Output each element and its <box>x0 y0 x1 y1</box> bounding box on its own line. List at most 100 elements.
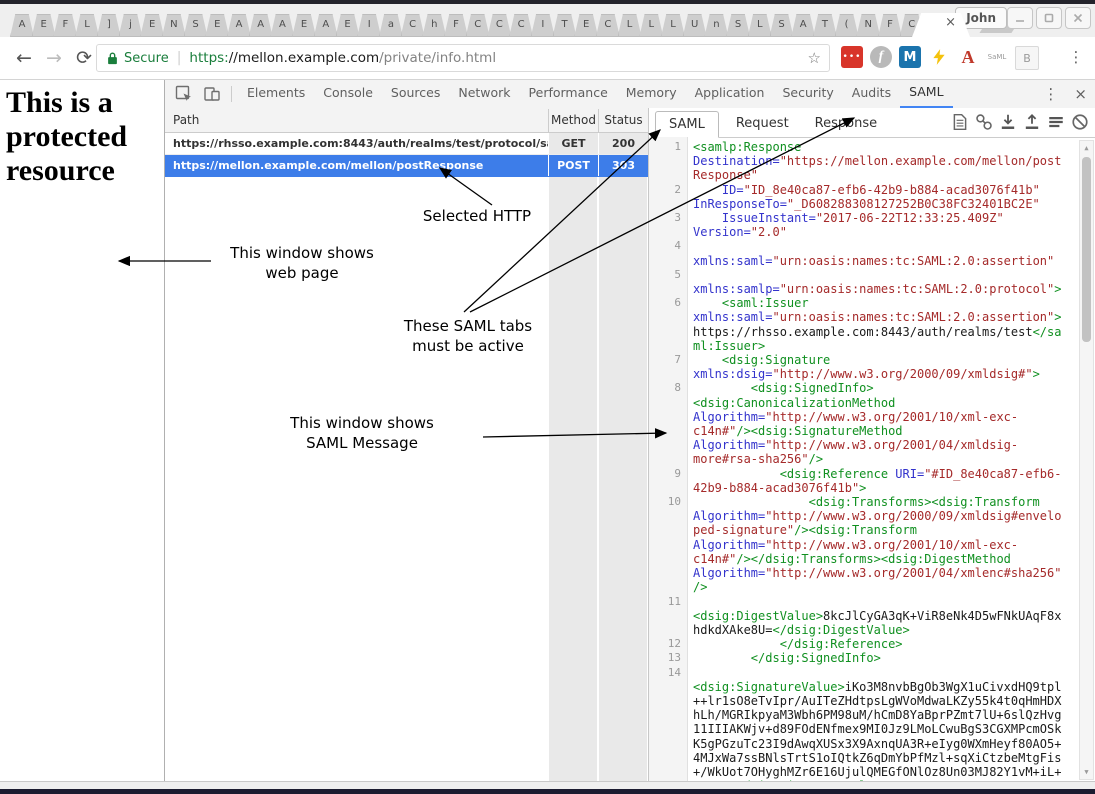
document-icon[interactable] <box>951 113 969 131</box>
reload-button[interactable]: ⟳ <box>70 44 98 72</box>
device-toolbar-icon[interactable] <box>203 85 221 103</box>
tab-security[interactable]: Security <box>773 80 842 108</box>
tab-sources[interactable]: Sources <box>382 80 449 108</box>
m-extension-icon[interactable]: M <box>899 46 921 68</box>
browser-tab[interactable]: F <box>878 14 902 37</box>
browser-tab[interactable]: I <box>531 14 555 37</box>
list-icon[interactable] <box>1047 113 1065 131</box>
back-button[interactable]: ← <box>10 44 38 72</box>
scroll-up-icon[interactable]: ▲ <box>1080 144 1093 152</box>
browser-tab[interactable]: h <box>422 14 446 37</box>
browser-tab[interactable]: C <box>466 14 490 37</box>
fedora-icon[interactable]: f <box>870 46 892 68</box>
browser-tab[interactable]: S <box>184 14 208 37</box>
inspect-element-icon[interactable] <box>175 85 193 103</box>
browser-tab[interactable]: E <box>205 14 229 37</box>
browser-tab[interactable]: N <box>856 14 880 37</box>
browser-tab[interactable]: L <box>661 14 685 37</box>
tab-network[interactable]: Network <box>449 80 519 108</box>
browser-tab[interactable]: A <box>249 14 273 37</box>
browser-toolbar: ← → ⟳ Secure | https://mellon.example.co… <box>0 37 1095 80</box>
window-frame-bottom <box>0 781 1095 794</box>
vertical-scrollbar[interactable]: ▲ ▼ <box>1079 140 1094 780</box>
maximize-button[interactable] <box>1036 7 1062 29</box>
saml-extension-icon[interactable]: SaML <box>986 46 1008 68</box>
browser-tab[interactable]: j <box>119 14 143 37</box>
network-request-row[interactable]: https://rhsso.example.com:8443/auth/real… <box>165 133 648 155</box>
tab-elements[interactable]: Elements <box>238 80 314 108</box>
tab-application[interactable]: Application <box>686 80 774 108</box>
scroll-down-icon[interactable]: ▼ <box>1080 768 1093 776</box>
browser-tab[interactable]: L <box>75 14 99 37</box>
column-header-method[interactable]: Method <box>548 109 598 132</box>
browser-tab[interactable]: A <box>270 14 294 37</box>
browser-tab[interactable]: T <box>553 14 577 37</box>
saml-subtab-request[interactable]: Request <box>723 111 802 137</box>
link-icon[interactable] <box>975 113 993 131</box>
active-browser-tab[interactable]: × <box>912 13 970 37</box>
network-request-rows: https://rhsso.example.com:8443/auth/real… <box>165 133 648 177</box>
browser-tab[interactable]: C <box>509 14 533 37</box>
browser-tab[interactable]: F <box>53 14 77 37</box>
devtools-close-icon[interactable]: × <box>1074 85 1087 103</box>
saml-subtab-response[interactable]: Response <box>802 111 890 137</box>
browser-tab[interactable]: ( <box>835 14 859 37</box>
code-text: hdkdXAke8U=</dsig:DigestValue> <box>691 623 1078 637</box>
code-text: ml:Issuer> <box>691 339 1078 353</box>
browser-tab[interactable]: A <box>314 14 338 37</box>
minimize-button[interactable] <box>1007 7 1033 29</box>
tab-memory[interactable]: Memory <box>617 80 686 108</box>
browser-tab[interactable]: A <box>10 14 34 37</box>
browser-tab[interactable]: E <box>140 14 164 37</box>
close-tab-icon[interactable]: × <box>945 15 956 30</box>
xml-line: <dsig:DigestValue>8kcJlCyGA3qK+ViR8eNk4D… <box>649 609 1078 623</box>
a-extension-icon[interactable]: A <box>957 46 979 68</box>
b-extension-icon[interactable]: B <box>1015 46 1039 70</box>
close-window-button[interactable] <box>1065 7 1091 29</box>
password-manager-icon[interactable]: ••• <box>841 46 863 68</box>
bookmark-star-icon[interactable]: ☆ <box>808 49 821 67</box>
browser-tab[interactable]: I <box>357 14 381 37</box>
browser-tab[interactable]: n <box>704 14 728 37</box>
browser-tab[interactable]: U <box>683 14 707 37</box>
browser-tab[interactable]: A <box>791 14 815 37</box>
browser-menu-icon[interactable]: ⋮ <box>1065 46 1087 68</box>
xml-code: 1<samlp:ResponseDestination="https://mel… <box>649 140 1078 782</box>
line-number <box>649 168 691 182</box>
browser-tab[interactable]: C <box>596 14 620 37</box>
scrollbar-thumb[interactable] <box>1082 157 1091 342</box>
browser-tab[interactable]: E <box>574 14 598 37</box>
browser-tab[interactable]: L <box>639 14 663 37</box>
column-header-path[interactable]: Path <box>165 113 548 127</box>
browser-tab[interactable]: N <box>162 14 186 37</box>
lightning-icon[interactable] <box>928 46 950 68</box>
browser-tab[interactable]: S <box>726 14 750 37</box>
code-text: Destination="https://mellon.example.com/… <box>691 154 1078 168</box>
browser-tab[interactable]: ] <box>97 14 121 37</box>
browser-tab[interactable]: a <box>379 14 403 37</box>
browser-tab[interactable]: E <box>292 14 316 37</box>
tab-saml[interactable]: SAML <box>900 80 952 108</box>
browser-tab[interactable]: E <box>32 14 56 37</box>
tab-console[interactable]: Console <box>314 80 382 108</box>
browser-tab[interactable]: E <box>336 14 360 37</box>
tab-performance[interactable]: Performance <box>520 80 617 108</box>
browser-tab[interactable]: A <box>227 14 251 37</box>
saml-subtab-saml[interactable]: SAML <box>655 111 719 138</box>
network-request-row[interactable]: https://mellon.example.com/mellon/postRe… <box>165 155 648 177</box>
download-icon[interactable] <box>999 113 1017 131</box>
browser-tab[interactable]: T <box>813 14 837 37</box>
address-bar[interactable]: Secure | https://mellon.example.com/priv… <box>96 44 830 72</box>
browser-tab[interactable]: C <box>401 14 425 37</box>
browser-tab[interactable]: L <box>618 14 642 37</box>
browser-tab[interactable]: F <box>444 14 468 37</box>
browser-tab[interactable]: L <box>748 14 772 37</box>
browser-tab[interactable]: S <box>770 14 794 37</box>
forward-button[interactable]: → <box>40 44 68 72</box>
block-icon[interactable] <box>1071 113 1089 131</box>
tab-audits[interactable]: Audits <box>843 80 900 108</box>
devtools-more-icon[interactable]: ⋮ <box>1043 85 1058 103</box>
column-header-status[interactable]: Status <box>598 109 648 132</box>
upload-icon[interactable] <box>1023 113 1041 131</box>
browser-tab[interactable]: C <box>487 14 511 37</box>
